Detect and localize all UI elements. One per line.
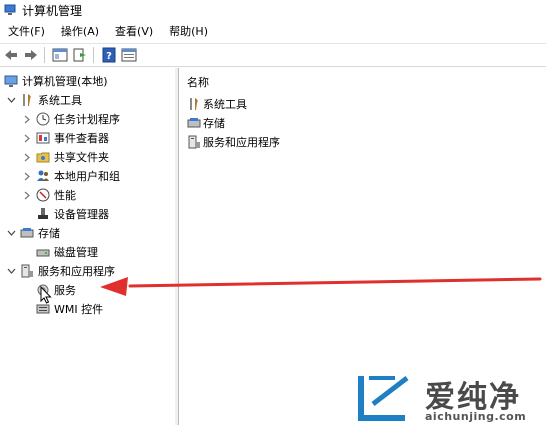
tree-item-storage[interactable]: 存储 bbox=[6, 224, 60, 242]
tree-item-performance[interactable]: 性能 bbox=[22, 186, 76, 204]
tree-item-event-viewer[interactable]: 事件查看器 bbox=[22, 129, 109, 147]
tree-item-system-tools[interactable]: 系统工具 bbox=[6, 91, 82, 109]
tree-label: 计算机管理(本地) bbox=[22, 75, 108, 88]
title-bar: 计算机管理 bbox=[0, 0, 546, 20]
chevron-right-icon[interactable] bbox=[22, 133, 32, 143]
forward-arrow-icon bbox=[25, 50, 37, 60]
export-list-button[interactable] bbox=[71, 46, 89, 64]
back-arrow-icon bbox=[5, 50, 17, 60]
users-icon bbox=[36, 169, 50, 183]
toolbar-separator bbox=[93, 47, 94, 63]
export-list-icon bbox=[73, 48, 86, 62]
tree-label: 磁盘管理 bbox=[54, 246, 98, 259]
computer-icon bbox=[4, 74, 18, 88]
properties-button[interactable] bbox=[120, 46, 138, 64]
tree-item-disk-management[interactable]: 磁盘管理 bbox=[36, 243, 98, 261]
tree-label: 系统工具 bbox=[38, 94, 82, 107]
tools-icon bbox=[187, 97, 201, 111]
show-console-tree-button[interactable] bbox=[51, 46, 69, 64]
list-item-label: 服务和应用程序 bbox=[203, 136, 280, 149]
services-apps-icon bbox=[187, 135, 201, 149]
clock-icon bbox=[36, 112, 50, 126]
menu-file[interactable]: 文件(F) bbox=[0, 22, 53, 42]
wmi-icon bbox=[36, 302, 50, 316]
chevron-down-icon[interactable] bbox=[6, 95, 16, 105]
help-icon: ? bbox=[102, 47, 116, 63]
tree-item-root[interactable]: 计算机管理(本地) bbox=[4, 72, 108, 90]
back-button[interactable] bbox=[2, 46, 20, 64]
toolbar-separator bbox=[44, 47, 45, 63]
disk-icon bbox=[36, 245, 50, 259]
chevron-right-icon[interactable] bbox=[22, 152, 32, 162]
services-apps-icon bbox=[20, 264, 34, 278]
watermark-logo-icon bbox=[358, 376, 409, 421]
list-item[interactable]: 服务和应用程序 bbox=[187, 133, 280, 151]
properties-icon bbox=[121, 48, 137, 62]
tree-label: 本地用户和组 bbox=[54, 170, 120, 183]
watermark: 爱纯净 aichunjing.com bbox=[355, 372, 546, 425]
help-button[interactable]: ? bbox=[100, 46, 118, 64]
tree-label: 任务计划程序 bbox=[54, 113, 120, 126]
list-item[interactable]: 存储 bbox=[187, 114, 225, 132]
tree-item-device-manager[interactable]: 设备管理器 bbox=[36, 205, 109, 223]
tree-label: 服务 bbox=[54, 284, 76, 297]
watermark-url: aichunjing.com bbox=[425, 410, 527, 423]
list-item[interactable]: 系统工具 bbox=[187, 95, 247, 113]
storage-icon bbox=[20, 226, 34, 240]
menu-action[interactable]: 操作(A) bbox=[53, 22, 107, 42]
menu-bar: 文件(F) 操作(A) 查看(V) 帮助(H) bbox=[0, 22, 546, 42]
window-title: 计算机管理 bbox=[22, 3, 83, 18]
chevron-down-icon[interactable] bbox=[6, 228, 16, 238]
console-tree-icon bbox=[52, 48, 68, 62]
menu-view[interactable]: 查看(V) bbox=[107, 22, 161, 42]
tree-item-shared-folders[interactable]: 共享文件夹 bbox=[22, 148, 109, 166]
device-manager-icon bbox=[36, 207, 50, 221]
tree-label: 服务和应用程序 bbox=[38, 265, 115, 278]
chevron-right-icon[interactable] bbox=[22, 171, 32, 181]
event-viewer-icon bbox=[36, 131, 50, 145]
tree-item-local-users[interactable]: 本地用户和组 bbox=[22, 167, 120, 185]
computer-management-icon bbox=[4, 4, 16, 15]
shared-folder-icon bbox=[36, 150, 50, 164]
tree-label: 事件查看器 bbox=[54, 132, 109, 145]
storage-icon bbox=[187, 116, 201, 130]
svg-text:?: ? bbox=[106, 51, 112, 62]
performance-icon bbox=[36, 188, 50, 202]
column-header-name[interactable]: 名称 bbox=[187, 74, 209, 90]
forward-button[interactable] bbox=[22, 46, 40, 64]
menu-help[interactable]: 帮助(H) bbox=[161, 22, 216, 42]
toolbar: ? bbox=[0, 43, 546, 67]
chevron-right-icon[interactable] bbox=[22, 114, 32, 124]
tree-item-task-scheduler[interactable]: 任务计划程序 bbox=[22, 110, 120, 128]
mouse-cursor-icon bbox=[40, 286, 52, 304]
tree-label: 存储 bbox=[38, 227, 60, 240]
tree-label: 共享文件夹 bbox=[54, 151, 109, 164]
tree-label: 设备管理器 bbox=[54, 208, 109, 221]
tools-icon bbox=[20, 93, 34, 107]
list-item-label: 系统工具 bbox=[203, 98, 247, 111]
tree-item-services-apps[interactable]: 服务和应用程序 bbox=[6, 262, 115, 280]
chevron-down-icon[interactable] bbox=[6, 266, 16, 276]
tree-label: 性能 bbox=[54, 189, 76, 202]
tree-label: WMI 控件 bbox=[54, 303, 104, 316]
console-tree: 计算机管理(本地) 系统工具 任务计划程序 事件查看器 共享文件夹 本地用户和组… bbox=[0, 68, 176, 425]
list-item-label: 存储 bbox=[203, 117, 225, 130]
chevron-right-icon[interactable] bbox=[22, 190, 32, 200]
